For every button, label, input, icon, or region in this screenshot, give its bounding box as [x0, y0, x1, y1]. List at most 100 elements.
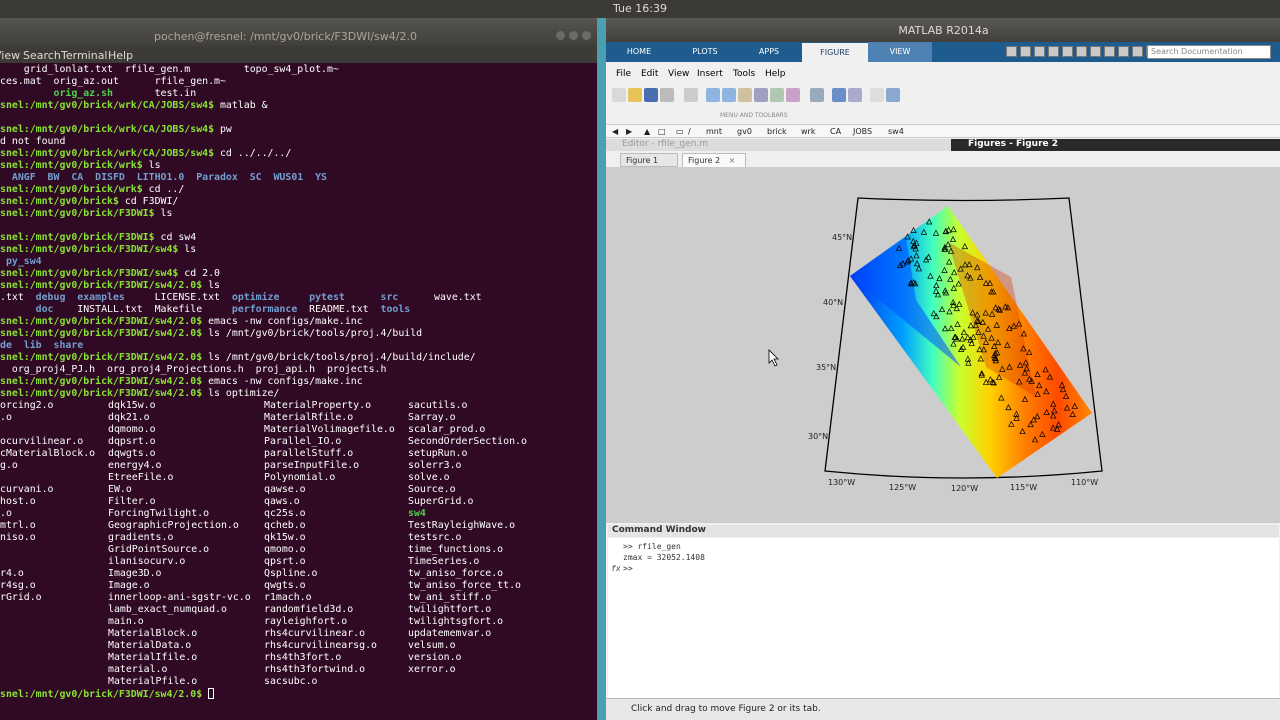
terminal-text: cd F3DWI/ — [118, 196, 179, 207]
show-plot-tools-icon[interactable] — [886, 88, 900, 102]
pan-icon[interactable] — [738, 88, 752, 102]
terminal-file-entry: EW.o — [108, 484, 132, 495]
terminal-file-entry: sacutils.o — [408, 400, 468, 411]
terminal-text: performance — [231, 304, 298, 315]
brush-icon[interactable] — [786, 88, 800, 102]
quick-icon[interactable] — [1076, 46, 1087, 57]
tab-figure-2[interactable]: Figure 2 × — [682, 153, 746, 167]
tab-figure-1[interactable]: Figure 1 — [620, 153, 678, 167]
tab-apps[interactable]: APPS — [746, 42, 792, 62]
terminal-text: snel:/mnt/gv0/brick/wrk$ — [0, 184, 143, 195]
terminal-file-entry: MaterialData.o — [108, 640, 192, 651]
new-icon[interactable] — [612, 88, 626, 102]
save-icon[interactable] — [644, 88, 658, 102]
colorbar-icon[interactable] — [832, 88, 846, 102]
menu-help[interactable]: Help — [765, 69, 786, 79]
menu-terminal[interactable]: Terminal — [61, 49, 108, 62]
terminal-file-entry: time_functions.o — [408, 544, 504, 555]
up-folder-icon[interactable]: ▲ — [644, 127, 650, 136]
path-segment[interactable]: gv0 — [737, 127, 752, 136]
menu-file[interactable]: File — [616, 69, 631, 79]
terminal-file-entry: xerror.o — [408, 664, 456, 675]
figure-canvas[interactable]: 45°N 40°N 35°N 30°N 130°W 125°W 120°W 11… — [606, 167, 1280, 523]
forward-icon[interactable]: ▶ — [626, 127, 632, 136]
path-segment[interactable]: mnt — [706, 127, 722, 136]
tab-figure[interactable]: FIGURE — [802, 43, 868, 62]
command-prompt[interactable]: >> — [623, 564, 633, 573]
legend-icon[interactable] — [848, 88, 862, 102]
terminal-file-entry: dqk15w.o — [108, 400, 156, 411]
command-window[interactable]: >> rfile_gen zmax = 32052.1408 >> fx — [608, 538, 1279, 698]
pointer-icon[interactable] — [684, 88, 698, 102]
terminal-file-entry: updatememvar.o — [408, 628, 492, 639]
path-segment[interactable]: JOBS — [853, 127, 872, 136]
figure-menubar: File Edit View Insert Tools Help — [606, 68, 1280, 82]
mouse-cursor-icon — [768, 349, 779, 367]
terminal-output[interactable]: grid_lonlat.txt rfile_gen.m topo_sw4_plo… — [0, 64, 597, 720]
back-icon[interactable]: ◀ — [612, 127, 618, 136]
quick-icon[interactable] — [1034, 46, 1045, 57]
function-browser-icon[interactable]: fx — [611, 564, 621, 573]
tab-home[interactable]: HOME — [616, 42, 662, 62]
matlab-title: MATLAB R2014a — [898, 24, 989, 37]
editor-header[interactable]: Editor - rfile_gen.m — [606, 139, 951, 151]
path-segment[interactable]: CA — [830, 127, 841, 136]
quick-icon[interactable] — [1048, 46, 1059, 57]
terminal-file-entry: qpsrt.o — [264, 556, 306, 567]
menu-view[interactable]: View — [0, 49, 20, 62]
path-segment[interactable]: wrk — [801, 127, 815, 136]
open-icon[interactable] — [628, 88, 642, 102]
terminal-file-entry: curvani.o — [0, 484, 54, 495]
quick-icon[interactable] — [1062, 46, 1073, 57]
rotate-icon[interactable] — [754, 88, 768, 102]
terminal-titlebar[interactable]: pochen@fresnel: /mnt/gv0/brick/F3DWI/sw4… — [0, 18, 597, 46]
path-segment[interactable]: sw4 — [888, 127, 904, 136]
terminal-prompt-line[interactable]: snel:/mnt/gv0/brick/F3DWI/sw4/2.0$ — [0, 688, 215, 700]
menu-view[interactable]: View — [668, 69, 689, 79]
menu-help[interactable]: Help — [108, 49, 133, 62]
terminal-file-entry: solve.o — [408, 472, 450, 483]
terminal-line: ANGF BW CA DISFD LITHO1.0 Paradox SC WUS… — [0, 172, 327, 184]
minimize-icon[interactable] — [556, 31, 565, 40]
matlab-window[interactable]: MATLAB R2014a HOME PLOTS APPS FIGURE VIE… — [605, 18, 1280, 720]
quick-icon[interactable] — [1132, 46, 1143, 57]
menu-search[interactable]: Search — [23, 49, 61, 62]
tab-view[interactable]: VIEW — [868, 42, 932, 62]
command-window-header[interactable]: Command Window — [608, 525, 1279, 537]
terminal-prompt: snel:/mnt/gv0/brick/F3DWI/sw4/2.0$ — [0, 689, 203, 700]
quick-icon[interactable] — [1090, 46, 1101, 57]
terminal-file-entry: EtreeFile.o — [108, 472, 174, 483]
terminal-file-entry: GeographicProjection.o — [108, 520, 239, 531]
menu-insert[interactable]: Insert — [697, 69, 723, 79]
browse-folder-icon[interactable]: □ — [658, 127, 666, 136]
zoom-out-icon[interactable] — [722, 88, 736, 102]
map-plot[interactable]: 45°N 40°N 35°N 30°N 130°W 125°W 120°W 11… — [606, 167, 1280, 523]
figures-header[interactable]: Figures - Figure 2 — [951, 139, 1280, 151]
clock[interactable]: Tue 16:39 — [0, 2, 1280, 15]
data-cursor-icon[interactable] — [770, 88, 784, 102]
link-icon[interactable] — [810, 88, 824, 102]
path-root[interactable]: / — [688, 127, 691, 136]
close-icon[interactable] — [582, 31, 591, 40]
hide-plot-tools-icon[interactable] — [870, 88, 884, 102]
terminal-window[interactable]: pochen@fresnel: /mnt/gv0/brick/F3DWI/sw4… — [0, 18, 597, 720]
quick-icon[interactable] — [1104, 46, 1115, 57]
matlab-titlebar[interactable]: MATLAB R2014a — [606, 18, 1280, 42]
close-tab-icon[interactable]: × — [729, 156, 736, 165]
tab-plots[interactable]: PLOTS — [682, 42, 728, 62]
zoom-in-icon[interactable] — [706, 88, 720, 102]
quick-icon[interactable] — [1118, 46, 1129, 57]
quick-icon[interactable] — [1020, 46, 1031, 57]
maximize-icon[interactable] — [569, 31, 578, 40]
terminal-text: wave.txt — [398, 292, 482, 303]
menu-tools[interactable]: Tools — [733, 69, 755, 79]
terminal-text: ces.mat orig_az.out rfile_gen.m~ — [0, 76, 226, 87]
terminal-file-entry: dqk21.o — [108, 412, 150, 423]
print-icon[interactable] — [660, 88, 674, 102]
quick-icon[interactable] — [1006, 46, 1017, 57]
search-documentation-input[interactable]: Search Documentation — [1147, 45, 1271, 59]
path-segment[interactable]: brick — [767, 127, 787, 136]
menu-edit[interactable]: Edit — [641, 69, 658, 79]
